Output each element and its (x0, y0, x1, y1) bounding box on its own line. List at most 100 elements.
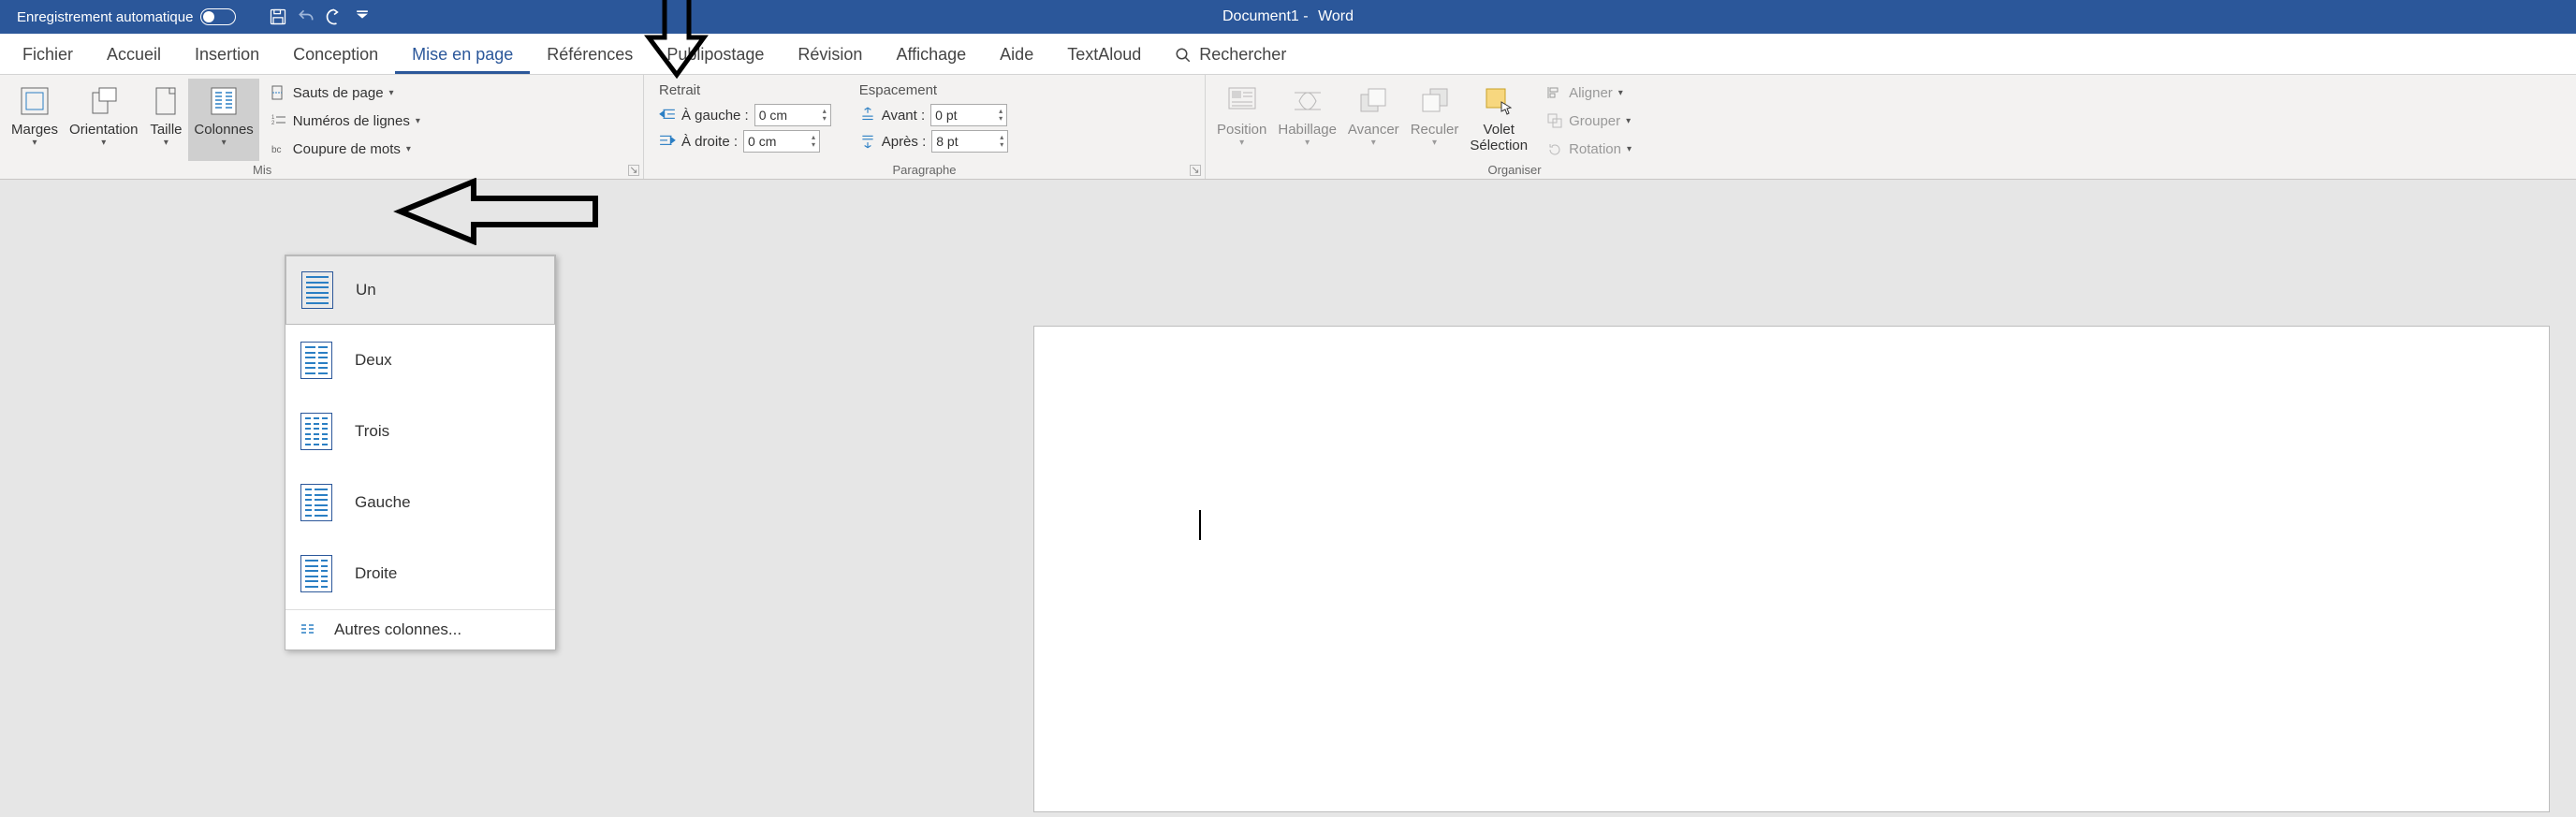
chevron-down-icon: ▾ (1432, 138, 1437, 148)
spinner-icon[interactable]: ▴▾ (823, 108, 827, 123)
search-label: Rechercher (1199, 45, 1286, 65)
colonnes-button[interactable]: Colonnes ▾ (188, 79, 258, 161)
coupure-button[interactable]: bc Coupure de mots ▾ (267, 137, 424, 161)
apres-input[interactable]: 8 pt ▴▾ (931, 130, 1008, 153)
tab-revision[interactable]: Révision (781, 36, 879, 74)
chevron-down-icon: ▾ (101, 138, 106, 148)
habillage-button[interactable]: Habillage ▾ (1272, 79, 1342, 161)
dropdown-item-deux[interactable]: Deux (285, 325, 555, 396)
hyphenation-icon: bc (271, 140, 287, 157)
avancer-button[interactable]: Avancer ▾ (1342, 79, 1405, 161)
adroite-value: 0 cm (748, 134, 776, 149)
columns-three-icon (300, 413, 332, 450)
agauche-input[interactable]: 0 cm▴▾ (754, 104, 831, 126)
tab-affichage[interactable]: Affichage (879, 36, 983, 74)
reculer-label: Reculer (1411, 122, 1459, 138)
adroite-label: À droite : (681, 134, 738, 150)
autosave-toggle[interactable] (200, 8, 236, 25)
position-icon (1225, 84, 1259, 118)
group-mise-launcher[interactable]: ↘ (628, 165, 639, 176)
position-button[interactable]: Position ▾ (1211, 79, 1272, 161)
apres-value: 8 pt (936, 134, 958, 149)
numeros-button[interactable]: 12 Numéros de lignes ▾ (267, 109, 424, 133)
title-separator: - (1303, 8, 1312, 24)
page-break-icon (271, 84, 287, 101)
group-organiser-label: Organiser (1206, 163, 1823, 177)
save-icon[interactable] (268, 7, 288, 27)
marges-label: Marges (11, 122, 58, 138)
dropdown-item-droite[interactable]: Droite (285, 538, 555, 609)
tab-miseenpage[interactable]: Mise en page (395, 36, 530, 74)
dropdown-item-gauche[interactable]: Gauche (285, 467, 555, 538)
marges-button[interactable]: Marges ▾ (6, 79, 64, 161)
spinner-icon[interactable]: ▴▾ (812, 134, 815, 149)
title-center: Document1 - Word (1222, 8, 1354, 25)
selection-pane-icon (1482, 84, 1515, 118)
colonnes-dropdown: Un Deux Trois Gauche Droite Autres colon… (285, 255, 556, 650)
sauts-label: Sauts de page (293, 85, 384, 101)
tab-accueil[interactable]: Accueil (90, 36, 178, 74)
dropdown-item-un[interactable]: Un (285, 255, 555, 325)
coupure-label: Coupure de mots (293, 141, 401, 157)
orientation-icon (87, 84, 121, 118)
tab-references[interactable]: Références (530, 36, 650, 74)
avant-value: 0 pt (935, 108, 957, 123)
columns-one-icon (301, 271, 333, 309)
tab-insertion[interactable]: Insertion (178, 36, 276, 74)
align-icon (1546, 84, 1563, 101)
columns-left-icon (300, 484, 332, 521)
taille-label: Taille (150, 122, 182, 138)
adroite-input[interactable]: 0 cm ▴▾ (743, 130, 820, 153)
chevron-down-icon: ▾ (1618, 88, 1623, 98)
search-icon (1175, 47, 1192, 64)
group-paragraphe-launcher[interactable]: ↘ (1190, 165, 1201, 176)
dropdown-label-trois: Trois (355, 422, 389, 441)
spinner-icon[interactable]: ▴▾ (999, 108, 1003, 123)
autosave-label: Enregistrement automatique (17, 9, 193, 25)
reculer-button[interactable]: Reculer ▾ (1405, 79, 1465, 161)
numeros-label: Numéros de lignes (293, 113, 410, 129)
group-paragraphe-label: Paragraphe (644, 163, 1205, 177)
orientation-button[interactable]: Orientation ▾ (64, 79, 143, 161)
chevron-down-icon: ▾ (164, 138, 168, 148)
document-page[interactable] (1033, 326, 2550, 812)
reculer-icon (1418, 84, 1452, 118)
redo-icon[interactable] (324, 7, 344, 27)
rotation-icon (1546, 140, 1563, 157)
search-tab[interactable]: Rechercher (1158, 36, 1303, 74)
chevron-down-icon: ▾ (389, 88, 394, 98)
dropdown-label-un: Un (356, 281, 376, 299)
sauts-button[interactable]: Sauts de page ▾ (267, 80, 424, 105)
columns-two-icon (300, 342, 332, 379)
chevron-down-icon: ▾ (1305, 138, 1310, 148)
position-label: Position (1217, 122, 1266, 138)
dropdown-item-trois[interactable]: Trois (285, 396, 555, 467)
taille-button[interactable]: Taille ▾ (143, 79, 188, 161)
space-after-icon (859, 133, 876, 150)
tab-conception[interactable]: Conception (276, 36, 395, 74)
qat-customize-icon[interactable] (352, 7, 373, 27)
habillage-icon (1291, 84, 1325, 118)
volet-selection-button[interactable]: VoletSélection (1464, 79, 1533, 161)
tab-aide[interactable]: Aide (983, 36, 1050, 74)
chevron-down-icon: ▾ (406, 144, 411, 154)
text-caret (1199, 510, 1201, 540)
svg-text:2: 2 (271, 121, 275, 126)
dropdown-item-more[interactable]: Autres colonnes... (285, 610, 555, 649)
rotation-button[interactable]: Rotation ▾ (1543, 137, 1635, 161)
agauche-label: À gauche : (681, 108, 749, 124)
spinner-icon[interactable]: ▴▾ (1000, 134, 1003, 149)
avant-input[interactable]: 0 pt ▴▾ (930, 104, 1007, 126)
svg-text:bc: bc (271, 145, 282, 155)
tab-textaloud[interactable]: TextAloud (1050, 36, 1158, 74)
group-mise-label: Mis (0, 163, 643, 177)
tab-fichier[interactable]: Fichier (6, 36, 90, 74)
grouper-button[interactable]: Grouper ▾ (1543, 109, 1635, 133)
colonnes-label: Colonnes (194, 122, 253, 138)
document-name: Document1 (1222, 8, 1299, 24)
apres-label: Après : (882, 134, 927, 150)
undo-icon[interactable] (296, 7, 316, 27)
aligner-button[interactable]: Aligner ▾ (1543, 80, 1635, 105)
chevron-down-icon: ▾ (222, 138, 227, 148)
group-icon (1546, 112, 1563, 129)
